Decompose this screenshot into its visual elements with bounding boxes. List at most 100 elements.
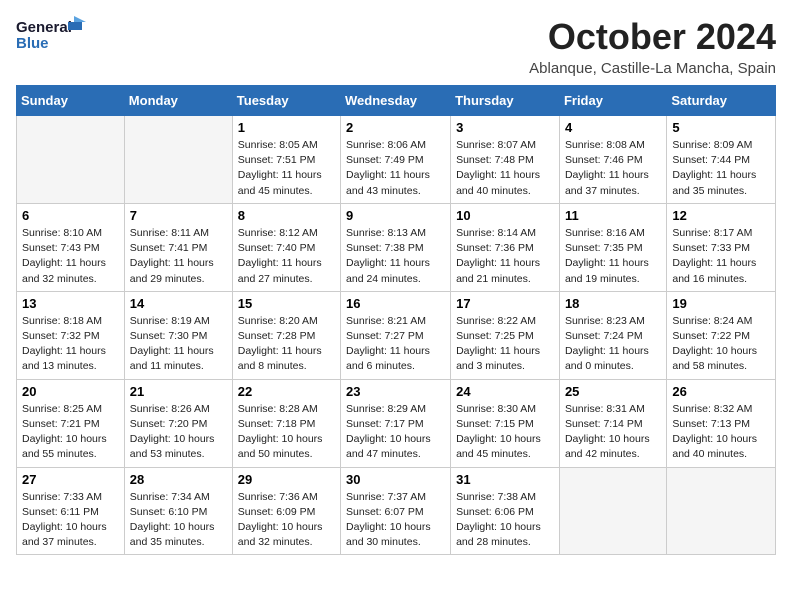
day-info: Sunrise: 8:05 AM Sunset: 7:51 PM Dayligh… [238,138,335,199]
day-info: Sunrise: 8:06 AM Sunset: 7:49 PM Dayligh… [346,138,445,199]
day-info: Sunrise: 7:37 AM Sunset: 6:07 PM Dayligh… [346,490,445,551]
day-number: 2 [346,120,445,135]
day-info: Sunrise: 8:07 AM Sunset: 7:48 PM Dayligh… [456,138,554,199]
logo: General Blue [16,16,96,57]
day-number: 29 [238,472,335,487]
calendar-table: Sunday Monday Tuesday Wednesday Thursday… [16,85,776,555]
day-info: Sunrise: 8:32 AM Sunset: 7:13 PM Dayligh… [672,402,770,463]
day-number: 12 [672,208,770,223]
day-info: Sunrise: 8:26 AM Sunset: 7:20 PM Dayligh… [130,402,227,463]
calendar-cell: 19Sunrise: 8:24 AM Sunset: 7:22 PM Dayli… [667,291,776,379]
day-info: Sunrise: 8:22 AM Sunset: 7:25 PM Dayligh… [456,314,554,375]
day-number: 31 [456,472,554,487]
calendar-cell: 8 Sunrise: 8:12 AM Sunset: 7:40 PM Daylig… [232,203,340,291]
day-number: 13 [22,296,119,311]
page-header: General Blue October 2024 Ablanque, Cast… [16,16,776,77]
header-monday: Monday [124,86,232,116]
day-number: 5 [672,120,770,135]
day-info: Sunrise: 8:24 AM Sunset: 7:22 PM Dayligh… [672,314,770,375]
day-number: 14 [130,296,227,311]
day-info: Sunrise: 8:10 AM Sunset: 7:43 PM Dayligh… [22,226,119,287]
calendar-cell: 6 Sunrise: 8:10 AM Sunset: 7:43 PM Daylig… [17,203,125,291]
day-info: Sunrise: 7:33 AM Sunset: 6:11 PM Dayligh… [22,490,119,551]
calendar-cell: 4Sunrise: 8:08 AM Sunset: 7:46 PM Daylig… [559,116,666,204]
day-info: Sunrise: 7:36 AM Sunset: 6:09 PM Dayligh… [238,490,335,551]
day-info: Sunrise: 8:11 AM Sunset: 7:41 PM Dayligh… [130,226,227,287]
calendar-cell: 7 Sunrise: 8:11 AM Sunset: 7:41 PM Daylig… [124,203,232,291]
day-number: 27 [22,472,119,487]
day-info: Sunrise: 8:30 AM Sunset: 7:15 PM Dayligh… [456,402,554,463]
day-info: Sunrise: 8:20 AM Sunset: 7:28 PM Dayligh… [238,314,335,375]
day-info: Sunrise: 8:25 AM Sunset: 7:21 PM Dayligh… [22,402,119,463]
day-info: Sunrise: 8:14 AM Sunset: 7:36 PM Dayligh… [456,226,554,287]
day-info: Sunrise: 7:34 AM Sunset: 6:10 PM Dayligh… [130,490,227,551]
calendar-week-2: 6 Sunrise: 8:10 AM Sunset: 7:43 PM Daylig… [17,203,776,291]
day-number: 10 [456,208,554,223]
calendar-header-row: Sunday Monday Tuesday Wednesday Thursday… [17,86,776,116]
calendar-cell: 17 Sunrise: 8:22 AM Sunset: 7:25 PM Dayli… [451,291,560,379]
calendar-week-5: 27 Sunrise: 7:33 AM Sunset: 6:11 PM Dayli… [17,467,776,555]
day-number: 9 [346,208,445,223]
day-info: Sunrise: 8:28 AM Sunset: 7:18 PM Dayligh… [238,402,335,463]
day-number: 7 [130,208,227,223]
day-info: Sunrise: 8:13 AM Sunset: 7:38 PM Dayligh… [346,226,445,287]
day-info: Sunrise: 8:17 AM Sunset: 7:33 PM Dayligh… [672,226,770,287]
day-info: Sunrise: 7:38 AM Sunset: 6:06 PM Dayligh… [456,490,554,551]
day-number: 15 [238,296,335,311]
day-info: Sunrise: 8:23 AM Sunset: 7:24 PM Dayligh… [565,314,661,375]
header-friday: Friday [559,86,666,116]
calendar-cell: 26 Sunrise: 8:32 AM Sunset: 7:13 PM Dayli… [667,379,776,467]
day-info: Sunrise: 8:31 AM Sunset: 7:14 PM Dayligh… [565,402,661,463]
calendar-cell: 29 Sunrise: 7:36 AM Sunset: 6:09 PM Dayli… [232,467,340,555]
calendar-cell: 24Sunrise: 8:30 AM Sunset: 7:15 PM Dayli… [451,379,560,467]
calendar-cell [17,116,125,204]
calendar-cell: 14Sunrise: 8:19 AM Sunset: 7:30 PM Dayli… [124,291,232,379]
calendar-title: October 2024 [529,16,776,58]
calendar-cell: 27 Sunrise: 7:33 AM Sunset: 6:11 PM Dayli… [17,467,125,555]
calendar-cell: 11Sunrise: 8:16 AM Sunset: 7:35 PM Dayli… [559,203,666,291]
day-number: 21 [130,384,227,399]
day-number: 8 [238,208,335,223]
calendar-cell: 23Sunrise: 8:29 AM Sunset: 7:17 PM Dayli… [341,379,451,467]
day-number: 28 [130,472,227,487]
calendar-week-4: 20 Sunrise: 8:25 AM Sunset: 7:21 PM Dayli… [17,379,776,467]
day-number: 26 [672,384,770,399]
day-number: 20 [22,384,119,399]
calendar-cell: 9 Sunrise: 8:13 AM Sunset: 7:38 PM Daylig… [341,203,451,291]
calendar-cell [559,467,666,555]
day-number: 23 [346,384,445,399]
svg-text:General: General [16,19,72,36]
day-number: 18 [565,296,661,311]
header-wednesday: Wednesday [341,86,451,116]
calendar-cell: 20 Sunrise: 8:25 AM Sunset: 7:21 PM Dayli… [17,379,125,467]
header-thursday: Thursday [451,86,560,116]
logo-text: General Blue [16,16,96,57]
day-number: 1 [238,120,335,135]
day-number: 17 [456,296,554,311]
calendar-week-1: 1 Sunrise: 8:05 AM Sunset: 7:51 PM Daylig… [17,116,776,204]
calendar-cell [667,467,776,555]
day-number: 16 [346,296,445,311]
calendar-subtitle: Ablanque, Castille-La Mancha, Spain [529,60,776,77]
calendar-cell: 12 Sunrise: 8:17 AM Sunset: 7:33 PM Dayli… [667,203,776,291]
calendar-cell: 16 Sunrise: 8:21 AM Sunset: 7:27 PM Dayli… [341,291,451,379]
calendar-cell: 2 Sunrise: 8:06 AM Sunset: 7:49 PM Daylig… [341,116,451,204]
svg-text:Blue: Blue [16,35,49,52]
header-sunday: Sunday [17,86,125,116]
calendar-cell: 31 Sunrise: 7:38 AM Sunset: 6:06 PM Dayli… [451,467,560,555]
calendar-cell: 25Sunrise: 8:31 AM Sunset: 7:14 PM Dayli… [559,379,666,467]
calendar-cell: 15 Sunrise: 8:20 AM Sunset: 7:28 PM Dayli… [232,291,340,379]
day-info: Sunrise: 8:18 AM Sunset: 7:32 PM Dayligh… [22,314,119,375]
calendar-cell: 13 Sunrise: 8:18 AM Sunset: 7:32 PM Dayli… [17,291,125,379]
day-info: Sunrise: 8:16 AM Sunset: 7:35 PM Dayligh… [565,226,661,287]
calendar-title-area: October 2024 Ablanque, Castille-La Manch… [529,16,776,77]
day-number: 22 [238,384,335,399]
day-info: Sunrise: 8:21 AM Sunset: 7:27 PM Dayligh… [346,314,445,375]
header-tuesday: Tuesday [232,86,340,116]
day-number: 6 [22,208,119,223]
day-info: Sunrise: 8:12 AM Sunset: 7:40 PM Dayligh… [238,226,335,287]
calendar-cell: 3Sunrise: 8:07 AM Sunset: 7:48 PM Daylig… [451,116,560,204]
calendar-cell [124,116,232,204]
calendar-cell: 5 Sunrise: 8:09 AM Sunset: 7:44 PM Daylig… [667,116,776,204]
day-info: Sunrise: 8:09 AM Sunset: 7:44 PM Dayligh… [672,138,770,199]
